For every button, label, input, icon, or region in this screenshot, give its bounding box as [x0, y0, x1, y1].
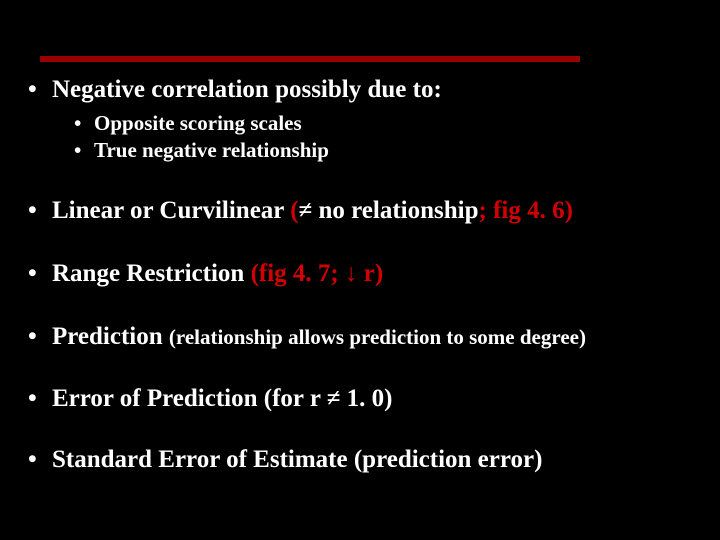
bullet-text: Error of Prediction (for r ≠ 1. 0)	[52, 385, 393, 412]
text-part-red: fig 4. 6	[493, 197, 565, 224]
bullet-text: Negative correlation possibly due to:	[52, 76, 442, 103]
sub-bullet: True negative relationship	[60, 138, 702, 163]
bullet-list: Negative correlation possibly due to: Op…	[18, 76, 702, 475]
slide: Negative correlation possibly due to: Op…	[0, 0, 720, 540]
bullet-range-restriction: Range Restriction (fig 4. 7; ↓ r)	[18, 260, 702, 289]
bullet-linear-curvilinear: Linear or Curvilinear (≠ no relationship…	[18, 197, 702, 226]
bullet-negative-correlation: Negative correlation possibly due to: Op…	[18, 76, 702, 163]
bullet-standard-error: Standard Error of Estimate (prediction e…	[18, 446, 702, 475]
text-part-red: (	[290, 197, 298, 224]
text-part-red: )	[565, 197, 573, 224]
bullet-text: Standard Error of Estimate (prediction e…	[52, 446, 542, 473]
bullet-error-of-prediction: Error of Prediction (for r ≠ 1. 0)	[18, 385, 702, 414]
text-part-red: (fig 4. 7; ↓ r)	[251, 260, 384, 287]
text-part-red: ;	[479, 197, 494, 224]
bullet-prediction: Prediction (relationship allows predicti…	[18, 323, 702, 352]
sub-bullet: Opposite scoring scales	[60, 111, 702, 136]
text-part: Range Restriction	[52, 260, 251, 287]
sub-list: Opposite scoring scales True negative re…	[52, 111, 702, 163]
text-part: Linear or Curvilinear	[52, 197, 290, 224]
text-part: ≠ no relationship	[299, 197, 479, 224]
text-part-small: (relationship allows prediction to some …	[169, 325, 586, 349]
text-part: Prediction	[52, 323, 169, 350]
title-underline	[40, 56, 580, 62]
